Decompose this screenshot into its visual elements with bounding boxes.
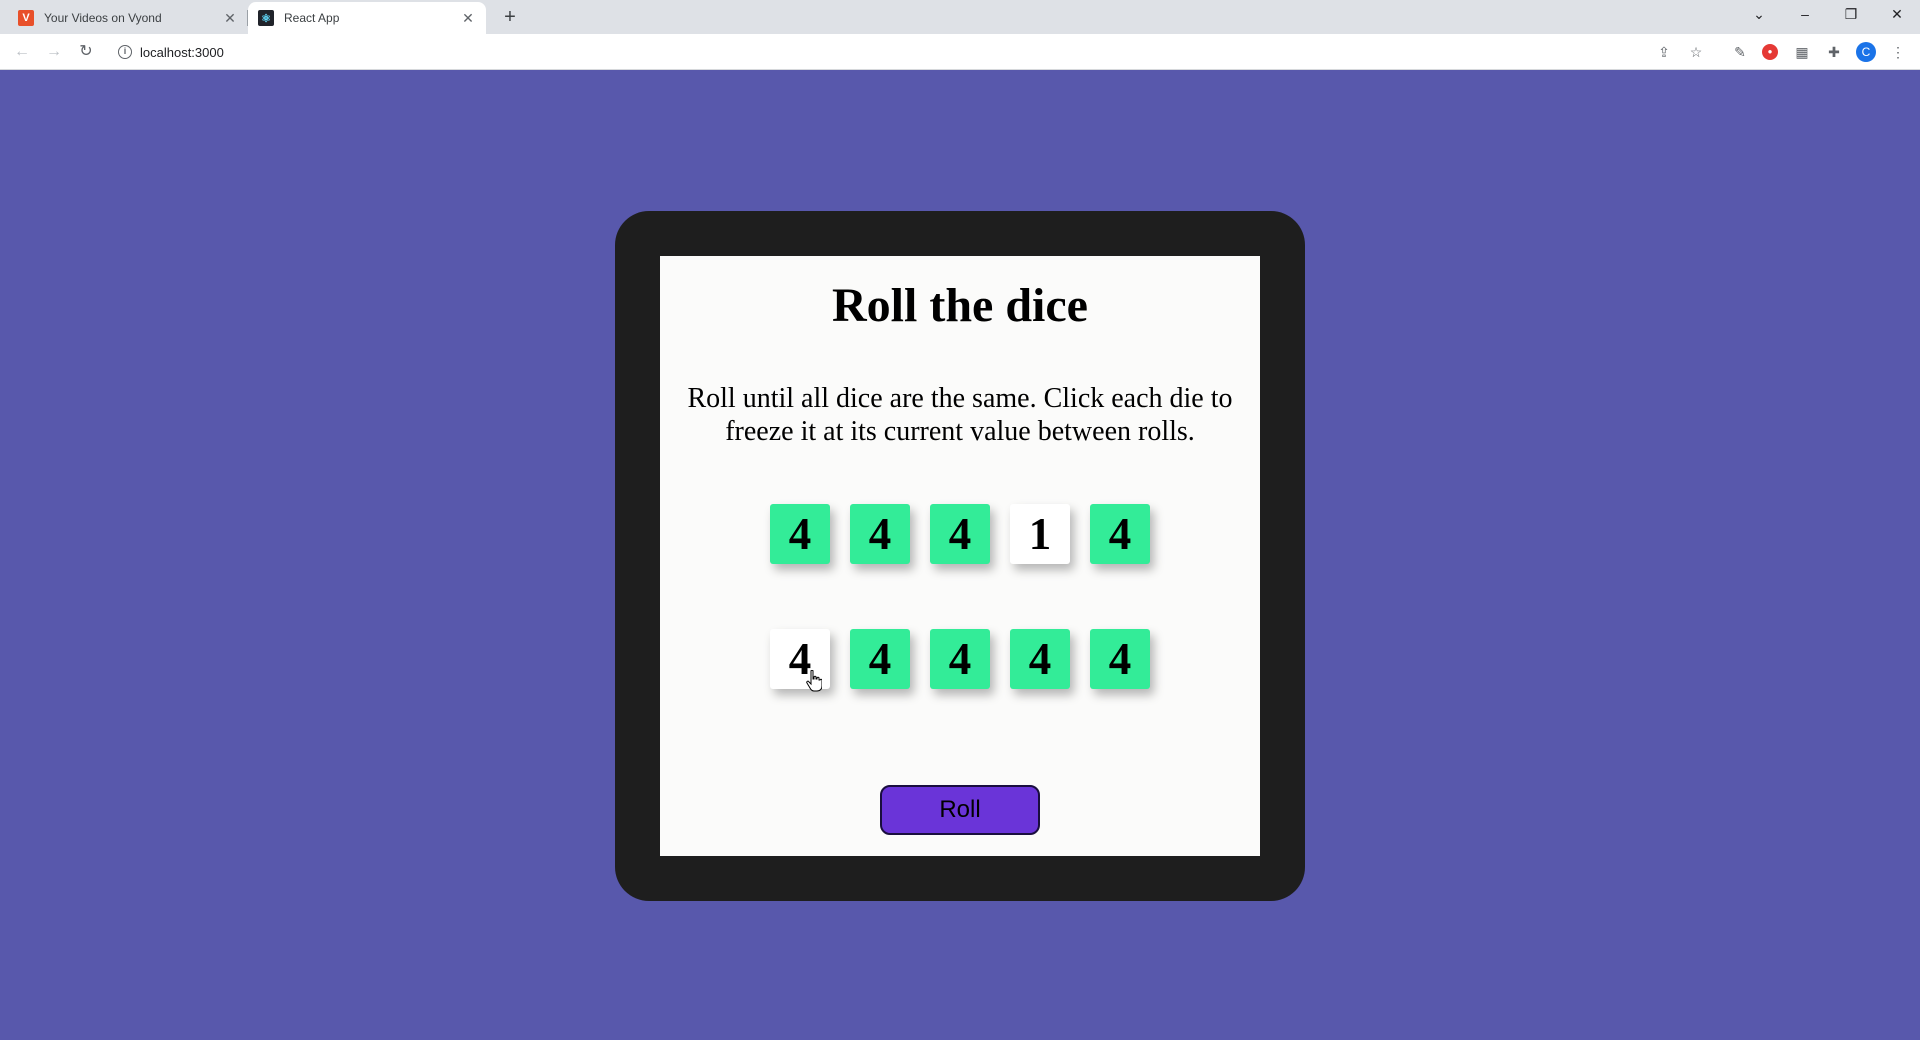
forward-arrow-icon[interactable]: →	[42, 40, 66, 64]
restore-icon[interactable]: ❐	[1828, 0, 1874, 30]
page-title: Roll the dice	[832, 279, 1088, 332]
share-icon[interactable]: ⇪	[1654, 42, 1674, 62]
vyond-favicon-icon: V	[18, 10, 34, 26]
instructions-text: Roll until all dice are the same. Click …	[687, 383, 1233, 447]
die-held[interactable]: 4	[930, 629, 990, 689]
die-held[interactable]: 4	[850, 504, 910, 564]
die-held[interactable]: 4	[1090, 629, 1150, 689]
react-favicon-icon: ⚛	[258, 10, 274, 26]
back-arrow-icon[interactable]: ←	[10, 40, 34, 64]
url-text: localhost:3000	[140, 44, 224, 60]
close-tab-icon[interactable]: ✕	[222, 10, 238, 27]
game-board: Roll the dice Roll until all dice are th…	[660, 256, 1260, 856]
close-tab-icon[interactable]: ✕	[460, 10, 476, 27]
profile-avatar[interactable]: C	[1856, 42, 1876, 62]
menu-kebab-icon[interactable]: ⋮	[1888, 42, 1908, 62]
die[interactable]: 1	[1010, 504, 1070, 564]
extension-red-icon[interactable]: ●	[1762, 44, 1778, 60]
dice-grid: 4441444444	[770, 504, 1170, 689]
reload-icon[interactable]: ↻	[74, 40, 98, 64]
extension-grid-icon[interactable]: ▦	[1792, 42, 1812, 62]
tab-strip: V Your Videos on Vyond ✕ ⚛ React App ✕ +…	[0, 0, 1920, 34]
tab-title: Your Videos on Vyond	[44, 11, 162, 25]
browser-toolbar: ← → ↻ i localhost:3000 ⇪ ☆ ✎ ● ▦ ✚ C ⋮	[0, 34, 1920, 70]
site-info-icon[interactable]: i	[118, 45, 132, 59]
extension-pen-icon[interactable]: ✎	[1730, 42, 1750, 62]
window-close-icon[interactable]: ✕	[1874, 0, 1920, 30]
game-frame: Roll the dice Roll until all dice are th…	[615, 211, 1305, 901]
address-bar[interactable]: i localhost:3000	[108, 38, 1706, 66]
extensions-puzzle-icon[interactable]: ✚	[1824, 42, 1844, 62]
die-held[interactable]: 4	[770, 504, 830, 564]
die[interactable]: 4	[770, 629, 830, 689]
die-held[interactable]: 4	[1010, 629, 1070, 689]
new-tab-plus-icon[interactable]: +	[498, 6, 522, 30]
tab-title: React App	[284, 11, 340, 25]
die-held[interactable]: 4	[850, 629, 910, 689]
bookmark-star-icon[interactable]: ☆	[1686, 42, 1706, 62]
minimize-icon[interactable]: –	[1782, 0, 1828, 30]
roll-button[interactable]: Roll	[880, 785, 1040, 835]
tab-react-app[interactable]: ⚛ React App ✕	[248, 2, 486, 34]
die-held[interactable]: 4	[930, 504, 990, 564]
tab-search-chevron-icon[interactable]: ⌄	[1736, 0, 1782, 30]
tab-vyond[interactable]: V Your Videos on Vyond ✕	[8, 2, 248, 34]
die-held[interactable]: 4	[1090, 504, 1150, 564]
